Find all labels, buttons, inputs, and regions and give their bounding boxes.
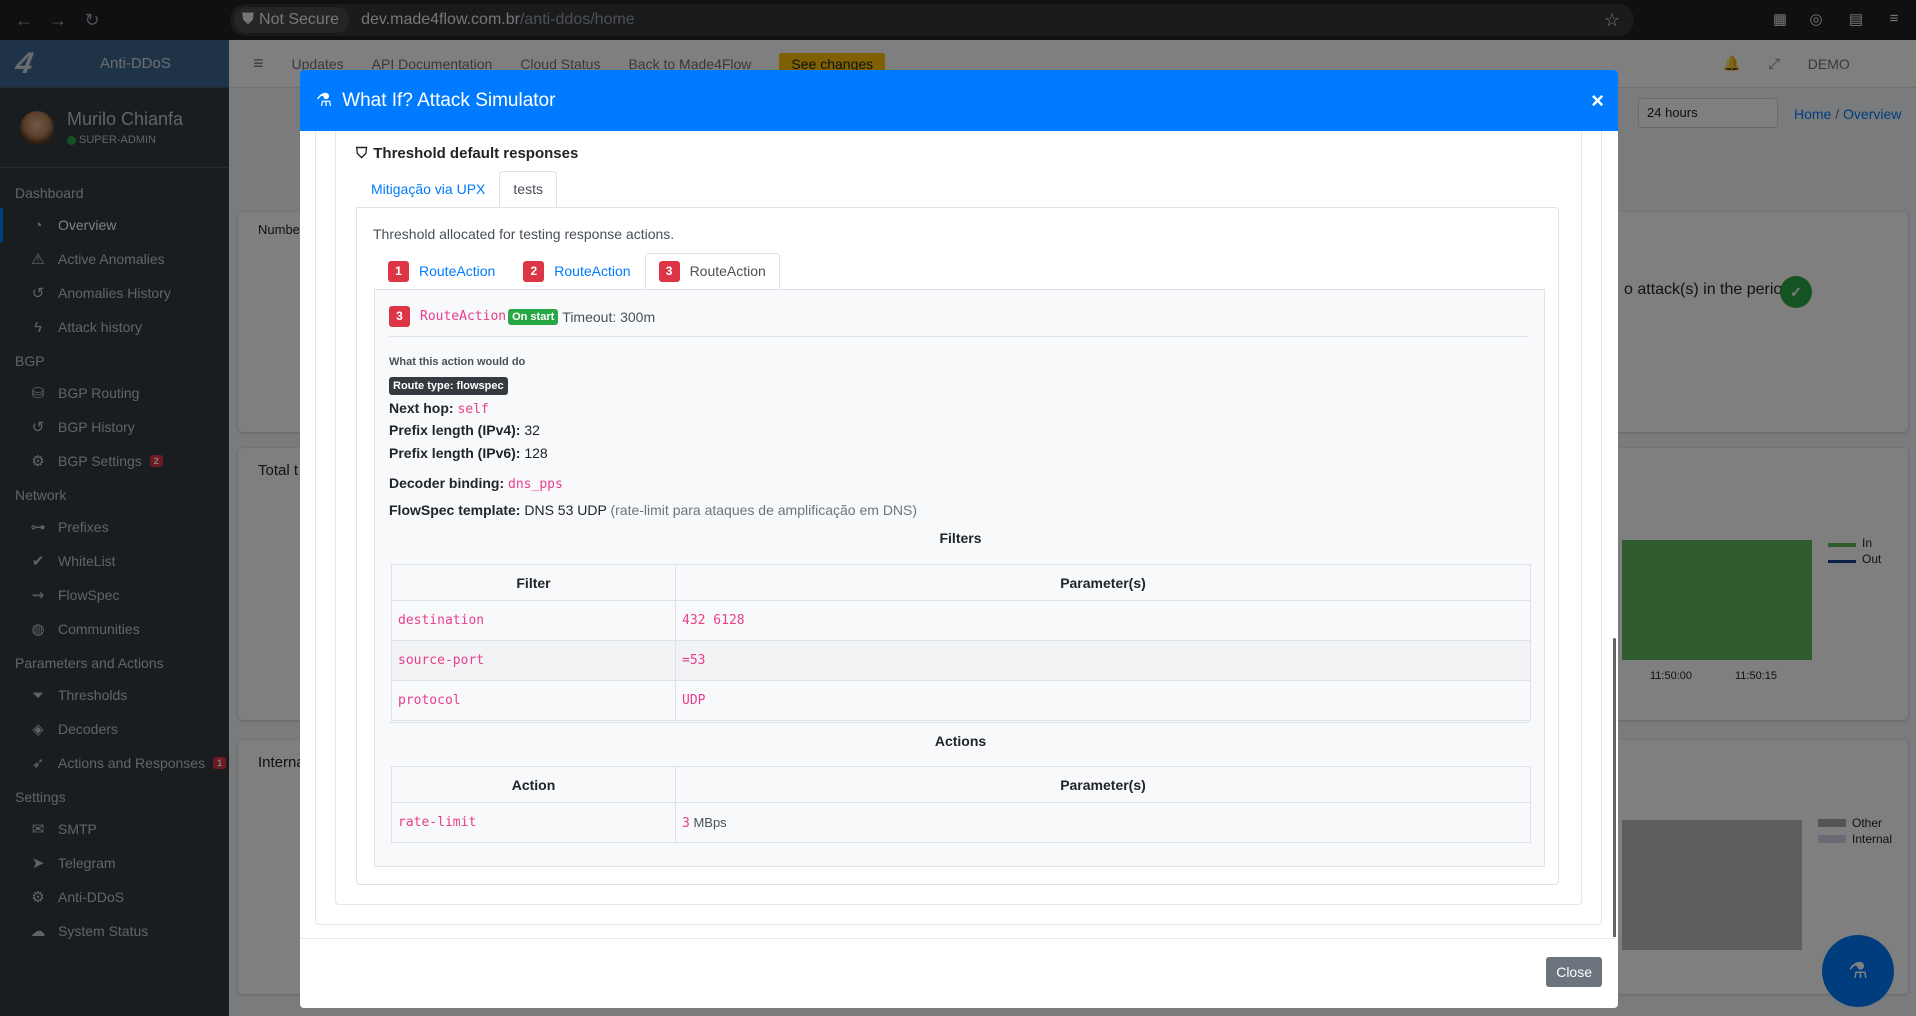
next-hop-value: self — [457, 402, 489, 417]
col-action: Action — [391, 766, 676, 803]
action-number-badge: 1 — [388, 260, 409, 282]
table-row: destination 432 6128 — [391, 600, 1531, 641]
rate-unit: MBps — [693, 814, 727, 830]
action-timeout: Timeout: 300m — [562, 308, 656, 325]
what-label: What this action would do — [389, 356, 526, 368]
action-tab-label: RouteAction — [554, 263, 631, 279]
threshold-description: Threshold allocated for testing response… — [373, 226, 675, 242]
action-number-badge: 2 — [523, 260, 545, 282]
filter-param: UDP — [675, 680, 1531, 721]
filter-name: protocol — [391, 680, 676, 721]
filter-param: 432 6128 — [675, 600, 1531, 641]
action-tab-label: RouteAction — [419, 263, 496, 279]
flask-icon: ⚗ — [316, 90, 333, 110]
decoder-value: dns_pps — [508, 477, 563, 492]
action-name-cell: rate-limit — [391, 802, 676, 843]
modal-header: ⚗ What If? Attack Simulator × — [300, 70, 1618, 131]
template-name: DNS 53 UDP — [524, 502, 607, 518]
attack-simulator-modal: ⚗ What If? Attack Simulator × ⛉ Threshol… — [300, 70, 1618, 1008]
actions-title: Actions — [934, 733, 987, 749]
template-desc: (rate-limit para ataques de amplificação… — [610, 502, 918, 518]
decoder-row: Decoder binding: dns_pps — [389, 475, 563, 492]
tab-mitigacao-upx[interactable]: Mitigação via UPX — [357, 171, 499, 207]
route-type-badge: Route type: flowspec — [389, 377, 508, 395]
prefix-v6-value: 128 — [524, 445, 548, 461]
col-filter: Filter — [391, 564, 676, 601]
divider — [389, 336, 1529, 337]
table-row: source-port =53 — [391, 640, 1531, 681]
prefix-v6-row: Prefix length (IPv6): 128 — [389, 445, 548, 461]
template-row: FlowSpec template: DNS 53 UDP (rate-limi… — [389, 502, 918, 518]
col-params: Parameter(s) — [675, 564, 1531, 601]
action-tabs: 1 RouteAction 2 RouteAction 3 RouteAction — [374, 253, 780, 289]
trigger-badge: On start — [508, 308, 559, 325]
filter-name: destination — [391, 600, 676, 641]
col-params: Parameter(s) — [675, 766, 1531, 803]
tab-action-3[interactable]: 3 RouteAction — [644, 253, 780, 289]
scrollbar[interactable] — [1613, 638, 1616, 937]
modal-body: ⛉ Threshold default responses Mitigação … — [300, 131, 1618, 937]
action-detail-pane: 3 RouteAction On start Timeout: 300m Wha… — [374, 289, 1545, 867]
divider — [389, 722, 1529, 723]
modal-title: What If? Attack Simulator — [342, 89, 556, 111]
close-button[interactable]: Close — [1546, 957, 1602, 987]
filter-name: source-port — [391, 640, 676, 681]
next-hop-row: Next hop: self — [389, 400, 489, 417]
filter-param: =53 — [675, 640, 1531, 681]
table-row: protocol UDP — [391, 680, 1531, 721]
shield-icon: ⛉ — [356, 145, 368, 162]
filters-title: Filters — [939, 530, 982, 546]
filters-table: Filter Parameter(s) destination 432 6128 … — [391, 564, 1531, 721]
section-title-text: Threshold default responses — [373, 145, 579, 162]
threshold-tabs: Mitigação via UPX tests — [357, 171, 557, 207]
close-icon[interactable]: × — [1591, 88, 1604, 114]
modal-footer: Close — [300, 938, 1618, 1008]
prefix-v4-row: Prefix length (IPv4): 32 — [389, 422, 540, 438]
action-number-badge: 3 — [658, 260, 680, 282]
table-row: rate-limit 3 MBps — [391, 802, 1531, 843]
rate-value: 3 — [682, 815, 690, 831]
action-name: RouteAction — [420, 309, 507, 324]
action-param-cell: 3 MBps — [675, 802, 1531, 843]
tab-action-2[interactable]: 2 RouteAction — [509, 253, 644, 289]
action-header: 3 RouteAction On start Timeout: 300m — [389, 306, 655, 327]
action-tab-label: RouteAction — [689, 263, 766, 279]
section-title: ⛉ Threshold default responses — [356, 145, 578, 162]
prefix-v4-value: 32 — [524, 422, 540, 438]
action-number-badge: 3 — [389, 306, 410, 327]
tab-tests[interactable]: tests — [499, 171, 557, 207]
route-type-row: Route type: flowspec — [389, 376, 508, 395]
tab-action-1[interactable]: 1 RouteAction — [374, 253, 509, 289]
actions-table: Action Parameter(s) rate-limit 3 MBps — [391, 766, 1531, 843]
